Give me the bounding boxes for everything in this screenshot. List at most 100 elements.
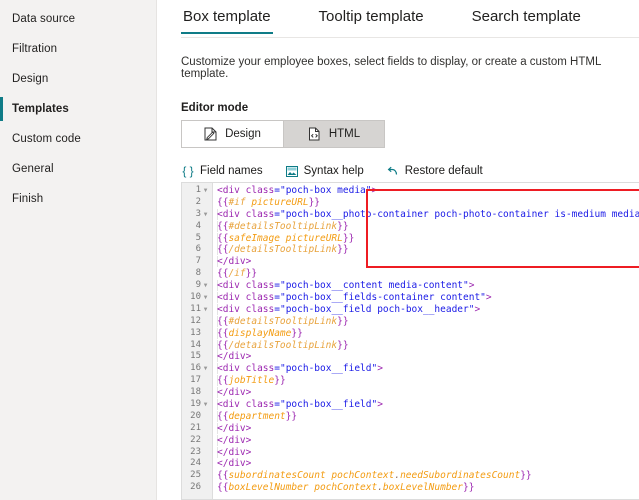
fold-toggle-icon[interactable]: ▼ [202, 304, 209, 316]
editor-line-number: 1 ▼ [195, 185, 209, 197]
editor-mode-toggle: Design HTML [181, 120, 385, 148]
editor-line-number: 7▼ [195, 256, 201, 267]
editor-line-number: 15▼ [190, 351, 201, 362]
sidebar-item-label: Finish [12, 193, 44, 205]
fold-toggle-icon[interactable]: ▼ [202, 185, 209, 197]
template-editor-page: Data source Filtration Design Templates … [0, 0, 639, 500]
editor-mode-design-label: Design [225, 128, 261, 140]
sidebar-item-filtration[interactable]: Filtration [0, 34, 156, 64]
editor-line-number: 14▼ [190, 339, 201, 350]
main-panel: Box template Tooltip template Search tem… [157, 0, 639, 500]
sidebar-item-label: Design [12, 73, 49, 85]
sidebar-item-general[interactable]: General [0, 154, 156, 184]
tab-tooltip-template[interactable]: Tooltip template [317, 0, 426, 34]
fold-toggle-icon[interactable]: ▼ [202, 292, 209, 304]
editor-code-line: {{#detailsTooltipLink}} [217, 220, 349, 232]
editor-code-line: <div class="poch-box__field"> [217, 399, 383, 411]
editor-line-number: 23▼ [190, 446, 201, 457]
template-tabs: Box template Tooltip template Search tem… [181, 0, 639, 38]
html-document-icon [308, 127, 321, 141]
fold-toggle-icon[interactable]: ▼ [202, 209, 209, 221]
editor-line-number: 13▼ [190, 327, 201, 338]
editor-line-number: 25▼ [190, 470, 201, 481]
sidebar-item-data-source[interactable]: Data source [0, 4, 156, 34]
sidebar-item-label: Data source [12, 13, 76, 25]
editor-line-number: 2▼ [195, 196, 201, 207]
image-help-icon [285, 164, 299, 178]
editor-code-line: <div class="poch-box__field"> [217, 363, 383, 375]
panel-description: Customize your employee boxes, select fi… [181, 56, 601, 80]
editor-code-line: <div class="poch-box__field poch-box__he… [217, 303, 481, 315]
editor-code-line: </div> [217, 422, 252, 434]
editor-code-line: <div class="poch-box__content media-cont… [217, 280, 475, 292]
editor-code-line: {{/if}} [217, 268, 258, 280]
editor-line-number: 17▼ [190, 375, 201, 386]
editor-line-number: 19 ▼ [190, 399, 209, 411]
editor-line-number: 10 ▼ [190, 292, 209, 304]
editor-code-line: <div class="poch-box__fields-container c… [217, 292, 492, 304]
syntax-help-label: Syntax help [303, 165, 364, 177]
editor-mode-html-label: HTML [328, 128, 361, 140]
editor-code-line: </div> [217, 458, 252, 470]
editor-code-line: </div> [217, 387, 252, 399]
editor-line-number: 6▼ [195, 244, 201, 255]
editor-code-line: </div> [217, 351, 252, 363]
syntax-help-button[interactable]: Syntax help [285, 164, 364, 178]
editor-line-number: 24▼ [190, 458, 201, 469]
html-code-editor[interactable]: 1▼2▼3▼4▼5▼6▼7▼8▼9▼10▼11▼12▼13▼14▼15▼16▼1… [181, 182, 639, 500]
undo-icon [386, 164, 400, 178]
code-toolbar: { } Field names Syntax help Restore defa… [181, 164, 639, 178]
editor-line-number: 12▼ [190, 315, 201, 326]
editor-line-number-gutter: 1▼2▼3▼4▼5▼6▼7▼8▼9▼10▼11▼12▼13▼14▼15▼16▼1… [182, 183, 213, 499]
tab-search-template[interactable]: Search template [470, 0, 583, 34]
sidebar-item-templates[interactable]: Templates [0, 94, 156, 124]
editor-code-line: {{#detailsTooltipLink}} [217, 315, 349, 327]
editor-line-number: 26▼ [190, 482, 201, 493]
wizard-sidebar: Data source Filtration Design Templates … [0, 0, 157, 500]
editor-code-line: {{boxLevelNumber pochContext.boxLevelNum… [217, 482, 475, 494]
editor-code-line: {{subordinatesCount pochContext.needSubo… [217, 470, 532, 482]
tabstrip-divider [181, 37, 639, 38]
editor-code-line: <div class="poch-box__photo-container po… [217, 208, 639, 220]
editor-mode-design-button[interactable]: Design [182, 121, 283, 147]
editor-code-line: </div> [217, 434, 252, 446]
sidebar-item-label: Custom code [12, 133, 81, 145]
restore-default-label: Restore default [404, 165, 483, 177]
editor-line-number: 22▼ [190, 434, 201, 445]
field-names-label: Field names [200, 165, 263, 177]
editor-line-number: 9 ▼ [195, 280, 209, 292]
editor-code-line: {{/detailsTooltipLink}} [217, 339, 349, 351]
editor-line-number: 16 ▼ [190, 363, 209, 375]
braces-icon: { } [182, 164, 194, 178]
restore-default-button[interactable]: Restore default [386, 164, 483, 178]
sidebar-item-label: Filtration [12, 43, 58, 55]
fold-toggle-icon[interactable]: ▼ [202, 399, 209, 411]
editor-line-number: 11 ▼ [190, 303, 209, 316]
field-names-button[interactable]: { } Field names [181, 164, 263, 178]
editor-code-line: {{/detailsTooltipLink}} [217, 244, 349, 256]
editor-code-line: </div> [217, 256, 252, 268]
sidebar-item-label: General [12, 163, 54, 175]
editor-line-number: 8▼ [195, 268, 201, 279]
fold-toggle-icon[interactable]: ▼ [202, 280, 209, 292]
editor-mode-html-button[interactable]: HTML [283, 121, 384, 147]
tab-box-template[interactable]: Box template [181, 0, 273, 34]
editor-line-number: 3 ▼ [195, 208, 209, 221]
editor-code-line: </div> [217, 446, 252, 458]
editor-line-number: 18▼ [190, 387, 201, 398]
design-document-icon [204, 127, 217, 141]
fold-toggle-icon[interactable]: ▼ [202, 363, 209, 375]
editor-code-line: {{displayName}} [217, 327, 303, 339]
editor-code-line: {{jobTitle}} [217, 375, 286, 387]
editor-code-line: {{safeImage pictureURL}} [217, 232, 355, 244]
editor-line-number: 5▼ [195, 232, 201, 243]
editor-line-number: 20▼ [190, 410, 201, 421]
editor-line-number: 4▼ [195, 220, 201, 231]
sidebar-item-finish[interactable]: Finish [0, 184, 156, 214]
editor-mode-label: Editor mode [181, 102, 249, 114]
editor-code-line: {{department}} [217, 410, 298, 422]
sidebar-item-custom-code[interactable]: Custom code [0, 124, 156, 154]
editor-code-line: {{#if pictureURL}} [217, 196, 321, 208]
sidebar-item-design[interactable]: Design [0, 64, 156, 94]
editor-code-area[interactable]: <div class="poch-box media"> {{#if pictur… [213, 183, 639, 499]
